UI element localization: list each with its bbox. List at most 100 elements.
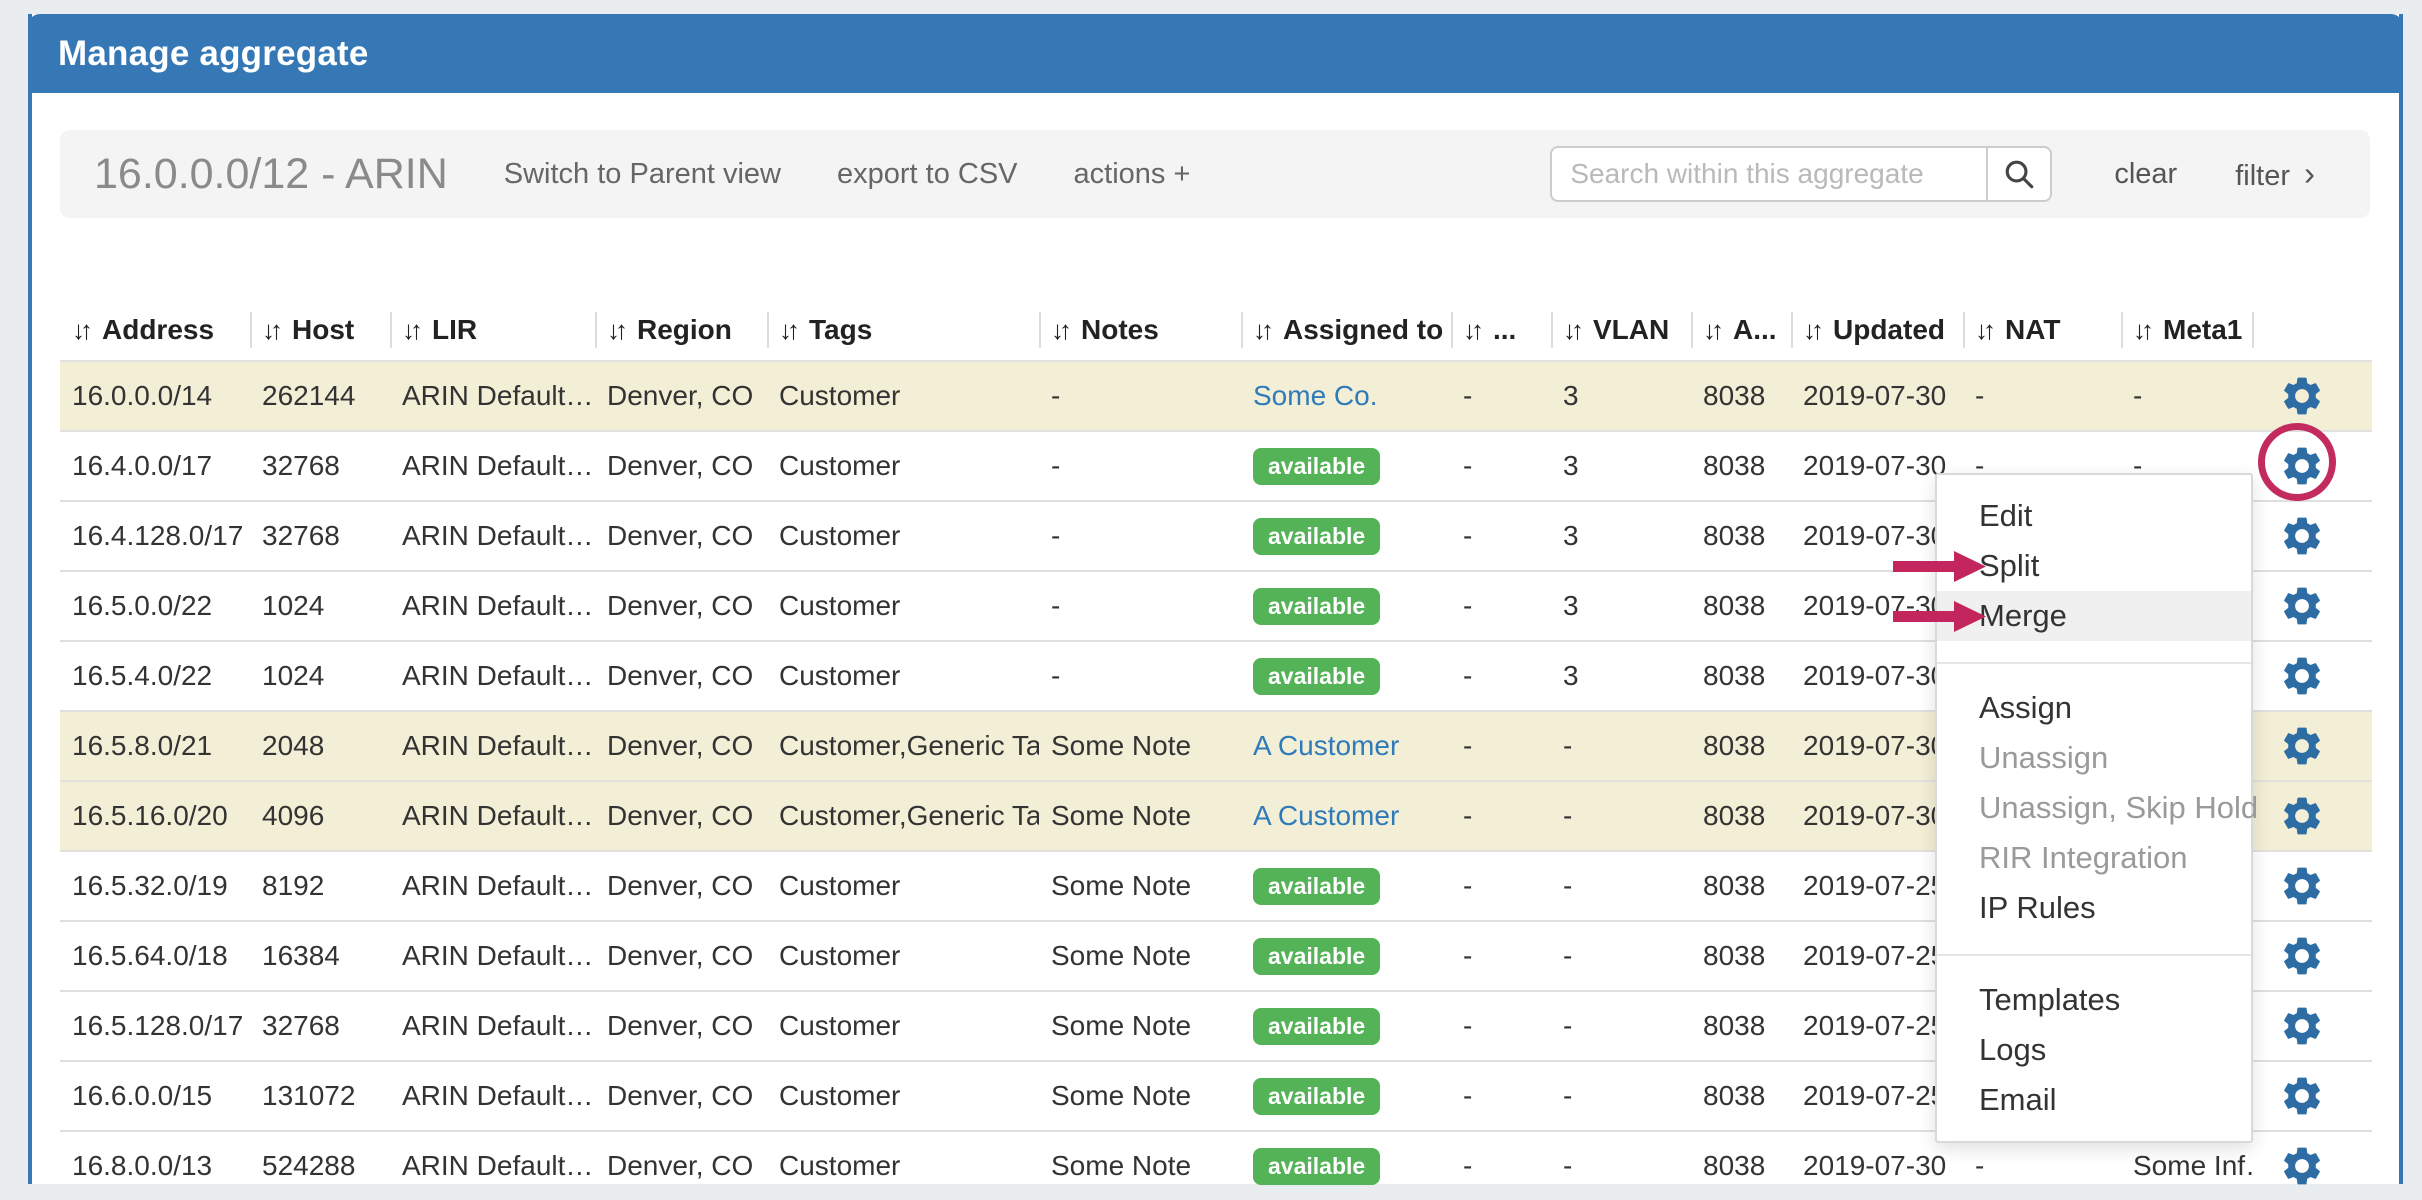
- sort-icon: ↓↑: [2133, 315, 2149, 345]
- cell-assigned: available: [1241, 431, 1451, 501]
- menu-item-ip-rules[interactable]: IP Rules: [1937, 883, 2251, 933]
- cell-tags: Customer: [767, 1131, 1039, 1200]
- column-header-updated[interactable]: ↓↑Updated: [1791, 300, 1963, 361]
- cell-tags: Customer: [767, 851, 1039, 921]
- menu-item-logs[interactable]: Logs: [1937, 1025, 2251, 1075]
- menu-item-email[interactable]: Email: [1937, 1075, 2251, 1125]
- cell-address: 16.5.32.0/19: [60, 851, 250, 921]
- gear-icon[interactable]: [2279, 653, 2325, 699]
- column-header-notes[interactable]: ↓↑Notes: [1039, 300, 1241, 361]
- column-header-lir[interactable]: ↓↑ LIR: [390, 300, 595, 361]
- sort-icon: ↓↑: [402, 315, 418, 345]
- gear-icon[interactable]: [2279, 1143, 2325, 1189]
- cell-a_col: 8038: [1691, 431, 1791, 501]
- menu-item-split[interactable]: Split: [1937, 541, 2251, 591]
- menu-item-edit[interactable]: Edit: [1937, 491, 2251, 541]
- filter-label: filter: [2235, 160, 2290, 192]
- cell-notes: -: [1039, 431, 1241, 501]
- gear-icon[interactable]: [2279, 513, 2325, 559]
- cell-region: Denver, CO: [595, 641, 767, 711]
- assigned-link[interactable]: A Customer: [1253, 730, 1399, 761]
- search-input[interactable]: [1550, 146, 1988, 202]
- cell-a_col: 8038: [1691, 641, 1791, 711]
- gear-icon[interactable]: [2279, 723, 2325, 769]
- column-label: Host: [292, 314, 354, 345]
- cell-gear: [2252, 431, 2372, 501]
- column-label: Address: [102, 314, 214, 345]
- column-header-assigned[interactable]: ↓↑Assigned to: [1241, 300, 1451, 361]
- cell-lir: ARIN Default…: [390, 431, 595, 501]
- status-badge: available: [1253, 1008, 1380, 1045]
- column-header-a_col[interactable]: ↓↑A...: [1691, 300, 1791, 361]
- actions-menu-link[interactable]: actions +: [1074, 158, 1191, 191]
- menu-separator: [1937, 641, 2251, 683]
- column-header-address[interactable]: ↓↑Address: [60, 300, 250, 361]
- menu-item-assign[interactable]: Assign: [1937, 683, 2251, 733]
- cell-notes: Some Note: [1039, 1131, 1241, 1200]
- cell-address: 16.5.8.0/21: [60, 711, 250, 781]
- assigned-link[interactable]: Some Co.: [1253, 380, 1378, 411]
- cell-a_col: 8038: [1691, 781, 1791, 851]
- cell-updated: 2019-07-30: [1791, 361, 1963, 431]
- cell-notes: -: [1039, 641, 1241, 711]
- cell-a_col: 8038: [1691, 571, 1791, 641]
- aggregate-toolbar: 16.0.0.0/12 - ARIN Switch to Parent view…: [60, 130, 2370, 218]
- gear-icon[interactable]: [2279, 1073, 2325, 1119]
- gear-icon[interactable]: [2279, 583, 2325, 629]
- cell-region: Denver, CO: [595, 1131, 767, 1200]
- column-header-host[interactable]: ↓↑Host: [250, 300, 390, 361]
- menu-separator: [1937, 933, 2251, 975]
- search-group: [1550, 146, 2052, 202]
- export-csv-link[interactable]: export to CSV: [837, 158, 1018, 191]
- column-label: Region: [637, 314, 732, 345]
- cell-gear: [2252, 781, 2372, 851]
- menu-item-merge[interactable]: Merge: [1937, 591, 2251, 641]
- column-header-nat[interactable]: ↓↑NAT: [1963, 300, 2121, 361]
- column-header-vlan[interactable]: ↓↑ VLAN: [1551, 300, 1691, 361]
- cell-notes: -: [1039, 361, 1241, 431]
- sort-icon: ↓↑: [779, 315, 795, 345]
- column-header-dots[interactable]: ↓↑...: [1451, 300, 1551, 361]
- cell-region: Denver, CO: [595, 711, 767, 781]
- column-header-meta1[interactable]: ↓↑Meta1: [2121, 300, 2252, 361]
- gear-icon[interactable]: [2279, 373, 2325, 419]
- cell-lir: ARIN Default…: [390, 641, 595, 711]
- sort-icon: ↓↑: [1463, 315, 1479, 345]
- cell-dots: -: [1451, 571, 1551, 641]
- column-label: NAT: [2005, 314, 2060, 345]
- search-button[interactable]: [1986, 146, 2052, 202]
- cell-host: 262144: [250, 361, 390, 431]
- cell-address: 16.5.0.0/22: [60, 571, 250, 641]
- column-header-region[interactable]: ↓↑Region: [595, 300, 767, 361]
- cell-host: 32768: [250, 501, 390, 571]
- menu-item-templates[interactable]: Templates: [1937, 975, 2251, 1025]
- cell-gear: [2252, 851, 2372, 921]
- gear-icon[interactable]: [2279, 1003, 2325, 1049]
- switch-parent-view-link[interactable]: Switch to Parent view: [504, 158, 781, 191]
- sort-icon: ↓↑: [1563, 315, 1579, 345]
- table-row: 16.0.0.0/14262144ARIN Default…Denver, CO…: [60, 361, 2372, 431]
- gear-icon[interactable]: [2279, 933, 2325, 979]
- assigned-link[interactable]: A Customer: [1253, 800, 1399, 831]
- cell-vlan: 3: [1551, 361, 1691, 431]
- column-label: VLAN: [1593, 314, 1669, 345]
- menu-item-unassign: Unassign: [1937, 733, 2251, 783]
- cell-host: 131072: [250, 1061, 390, 1131]
- cell-vlan: -: [1551, 921, 1691, 991]
- column-header-tags[interactable]: ↓↑Tags: [767, 300, 1039, 361]
- cell-lir: ARIN Default…: [390, 851, 595, 921]
- cell-assigned: available: [1241, 1061, 1451, 1131]
- gear-icon[interactable]: [2279, 443, 2325, 489]
- cell-tags: Customer: [767, 571, 1039, 641]
- cell-notes: Some Note: [1039, 851, 1241, 921]
- gear-icon[interactable]: [2279, 793, 2325, 839]
- cell-a_col: 8038: [1691, 851, 1791, 921]
- cell-a_col: 8038: [1691, 1061, 1791, 1131]
- clear-link[interactable]: clear: [2114, 158, 2177, 191]
- cell-address: 16.5.4.0/22: [60, 641, 250, 711]
- column-label: LIR: [432, 314, 477, 345]
- filter-link[interactable]: filter›: [2235, 155, 2315, 193]
- cell-vlan: 3: [1551, 431, 1691, 501]
- cell-host: 524288: [250, 1131, 390, 1200]
- gear-icon[interactable]: [2279, 863, 2325, 909]
